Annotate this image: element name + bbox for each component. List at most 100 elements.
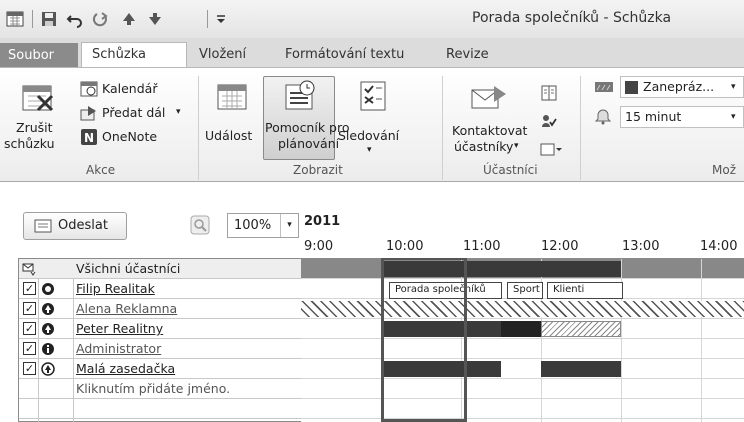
scheduling-assistant-button[interactable]: Pomocník pro plánování bbox=[263, 76, 350, 160]
contact-attendees-label-1: Kontaktovat bbox=[452, 123, 528, 138]
onenote-label: OneNote bbox=[102, 129, 158, 144]
cancel-meeting-label-1: Zrušit bbox=[16, 120, 53, 135]
time-label: 10:00 bbox=[386, 239, 424, 254]
timeline-row bbox=[301, 399, 744, 419]
tab-meeting[interactable]: Schůzka bbox=[81, 42, 187, 69]
show-as-arrow-icon: ▾ bbox=[731, 82, 736, 92]
appointment-block[interactable]: Sport bbox=[507, 282, 543, 299]
zoom-arrow-icon: ▾ bbox=[280, 214, 298, 237]
group-label-show: Zobrazit bbox=[293, 163, 343, 177]
contact-attendees-button[interactable]: Kontaktovat účastníky ▾ bbox=[450, 76, 528, 160]
attendee-checkbox[interactable]: ✓ bbox=[23, 282, 36, 295]
required-attendee-icon bbox=[42, 303, 54, 315]
organizer-icon bbox=[42, 283, 54, 295]
onenote-icon: N bbox=[81, 129, 97, 145]
send-to-icon bbox=[22, 263, 36, 276]
date-label: 2011 bbox=[304, 214, 341, 229]
attendee-name[interactable]: Peter Realitny bbox=[76, 321, 163, 336]
group-label-attendees: Účastníci bbox=[483, 163, 538, 177]
cancel-meeting-button[interactable]: Zrušit schůzku bbox=[0, 76, 72, 160]
resource-room-icon bbox=[41, 362, 55, 376]
next-item-icon[interactable] bbox=[146, 10, 164, 28]
tracking-icon bbox=[360, 81, 386, 111]
forward-button[interactable]: Předat dál ▾ bbox=[80, 104, 190, 124]
group-separator bbox=[442, 76, 443, 180]
attendee-row[interactable]: ✓ Alena Reklamna bbox=[19, 299, 302, 319]
show-as-dropdown[interactable]: Zanepráz... ▾ bbox=[620, 76, 744, 98]
tab-review[interactable]: Revize bbox=[446, 47, 489, 62]
required-attendee-icon bbox=[42, 323, 54, 335]
reminder-arrow-icon: ▾ bbox=[731, 112, 736, 122]
zoom-icon[interactable] bbox=[190, 215, 210, 235]
redo-icon[interactable] bbox=[92, 10, 110, 28]
attendee-checkbox[interactable]: ✓ bbox=[23, 302, 36, 315]
scheduling-icon bbox=[285, 80, 315, 110]
scheduling-label-1: Pomocník pro bbox=[265, 120, 350, 135]
previous-item-icon[interactable] bbox=[120, 10, 138, 28]
undo-icon[interactable] bbox=[66, 10, 84, 28]
cancel-calendar-icon bbox=[22, 85, 54, 112]
all-attendees-header: Všichni účastníci bbox=[76, 261, 181, 276]
forward-label: Předat dál bbox=[102, 105, 166, 120]
cancel-meeting-label-2: schůzku bbox=[4, 136, 55, 151]
address-book-icon[interactable] bbox=[540, 84, 558, 102]
add-name-hint[interactable]: Kliknutím přidáte jméno. bbox=[76, 381, 230, 396]
appointment-button[interactable]: Událost bbox=[202, 76, 262, 160]
onenote-button[interactable]: N OneNote bbox=[80, 128, 180, 148]
reminder-dropdown[interactable]: 15 minut ▾ bbox=[620, 106, 744, 128]
attendee-checkbox[interactable]: ✓ bbox=[23, 362, 36, 375]
attendee-row[interactable]: ✓ Administrator bbox=[19, 339, 302, 359]
tab-file[interactable]: Soubor bbox=[0, 43, 78, 68]
attendee-row[interactable]: ✓ Filip Realitak bbox=[19, 279, 302, 299]
add-attendee-row[interactable]: Kliknutím přidáte jméno. bbox=[19, 379, 302, 399]
attendee-name[interactable]: Alena Reklamna bbox=[76, 301, 177, 316]
appointment-icon bbox=[217, 84, 247, 110]
tentative-block bbox=[541, 321, 621, 337]
empty-row bbox=[19, 399, 302, 419]
attendee-checkbox[interactable]: ✓ bbox=[23, 322, 36, 335]
check-names-icon[interactable] bbox=[540, 112, 558, 130]
busy-block bbox=[541, 361, 621, 377]
free-busy-grid[interactable]: Porada společníků Sport Klienti bbox=[301, 258, 744, 422]
appointment-block[interactable]: Klienti bbox=[547, 282, 623, 299]
attendee-name[interactable]: Filip Realitak bbox=[76, 281, 155, 296]
response-options-icon[interactable] bbox=[540, 140, 562, 158]
show-as-icon bbox=[595, 82, 613, 92]
attendee-checkbox[interactable]: ✓ bbox=[23, 342, 36, 355]
hour-gridline bbox=[701, 259, 702, 422]
ribbon: Zrušit schůzku Kalendář Předat dál ▾ N O… bbox=[0, 67, 744, 182]
busy-block bbox=[501, 321, 541, 337]
calendar-label: Kalendář bbox=[102, 81, 158, 96]
attendee-row[interactable]: ✓ Peter Realitny bbox=[19, 319, 302, 339]
time-label: 11:00 bbox=[463, 239, 501, 254]
zoom-value: 100% bbox=[234, 218, 272, 233]
attendee-name[interactable]: Administrator bbox=[76, 341, 161, 356]
show-as-value: Zanepráz... bbox=[643, 79, 715, 94]
contact-dropdown-icon: ▾ bbox=[514, 141, 519, 151]
group-separator bbox=[580, 76, 581, 180]
tab-format-text[interactable]: Formátování textu bbox=[285, 47, 404, 62]
ribbon-tabs: Soubor Schůzka Vložení Formátování textu… bbox=[0, 38, 744, 69]
tab-insert[interactable]: Vložení bbox=[199, 47, 246, 62]
attendee-name[interactable]: Malá zasedačka bbox=[76, 361, 175, 376]
appointment-label: Událost bbox=[205, 128, 253, 143]
qa-separator bbox=[32, 10, 33, 28]
title-bar: Porada společníků - Schůzka bbox=[0, 0, 744, 38]
save-icon[interactable] bbox=[40, 10, 58, 28]
scheduling-label-2: plánování bbox=[278, 136, 340, 151]
reminder-bell-icon bbox=[594, 109, 612, 125]
calendar-app-icon bbox=[6, 11, 24, 27]
out-of-office-block bbox=[301, 301, 744, 317]
time-label: 9:00 bbox=[304, 239, 334, 254]
calendar-icon bbox=[80, 81, 98, 97]
time-label: 13:00 bbox=[622, 239, 660, 254]
forward-dropdown-icon: ▾ bbox=[176, 107, 181, 117]
calendar-button[interactable]: Kalendář bbox=[80, 80, 180, 100]
customize-toolbar-icon[interactable] bbox=[212, 10, 230, 28]
zoom-dropdown[interactable]: 100% ▾ bbox=[227, 213, 299, 238]
qa-separator bbox=[207, 10, 208, 28]
meeting-time-selection[interactable] bbox=[381, 258, 467, 422]
tracking-button[interactable]: Sledování ▾ bbox=[338, 76, 408, 160]
attendee-row[interactable]: ✓ Malá zasedačka bbox=[19, 359, 302, 379]
send-button[interactable]: Odeslat bbox=[23, 212, 127, 240]
